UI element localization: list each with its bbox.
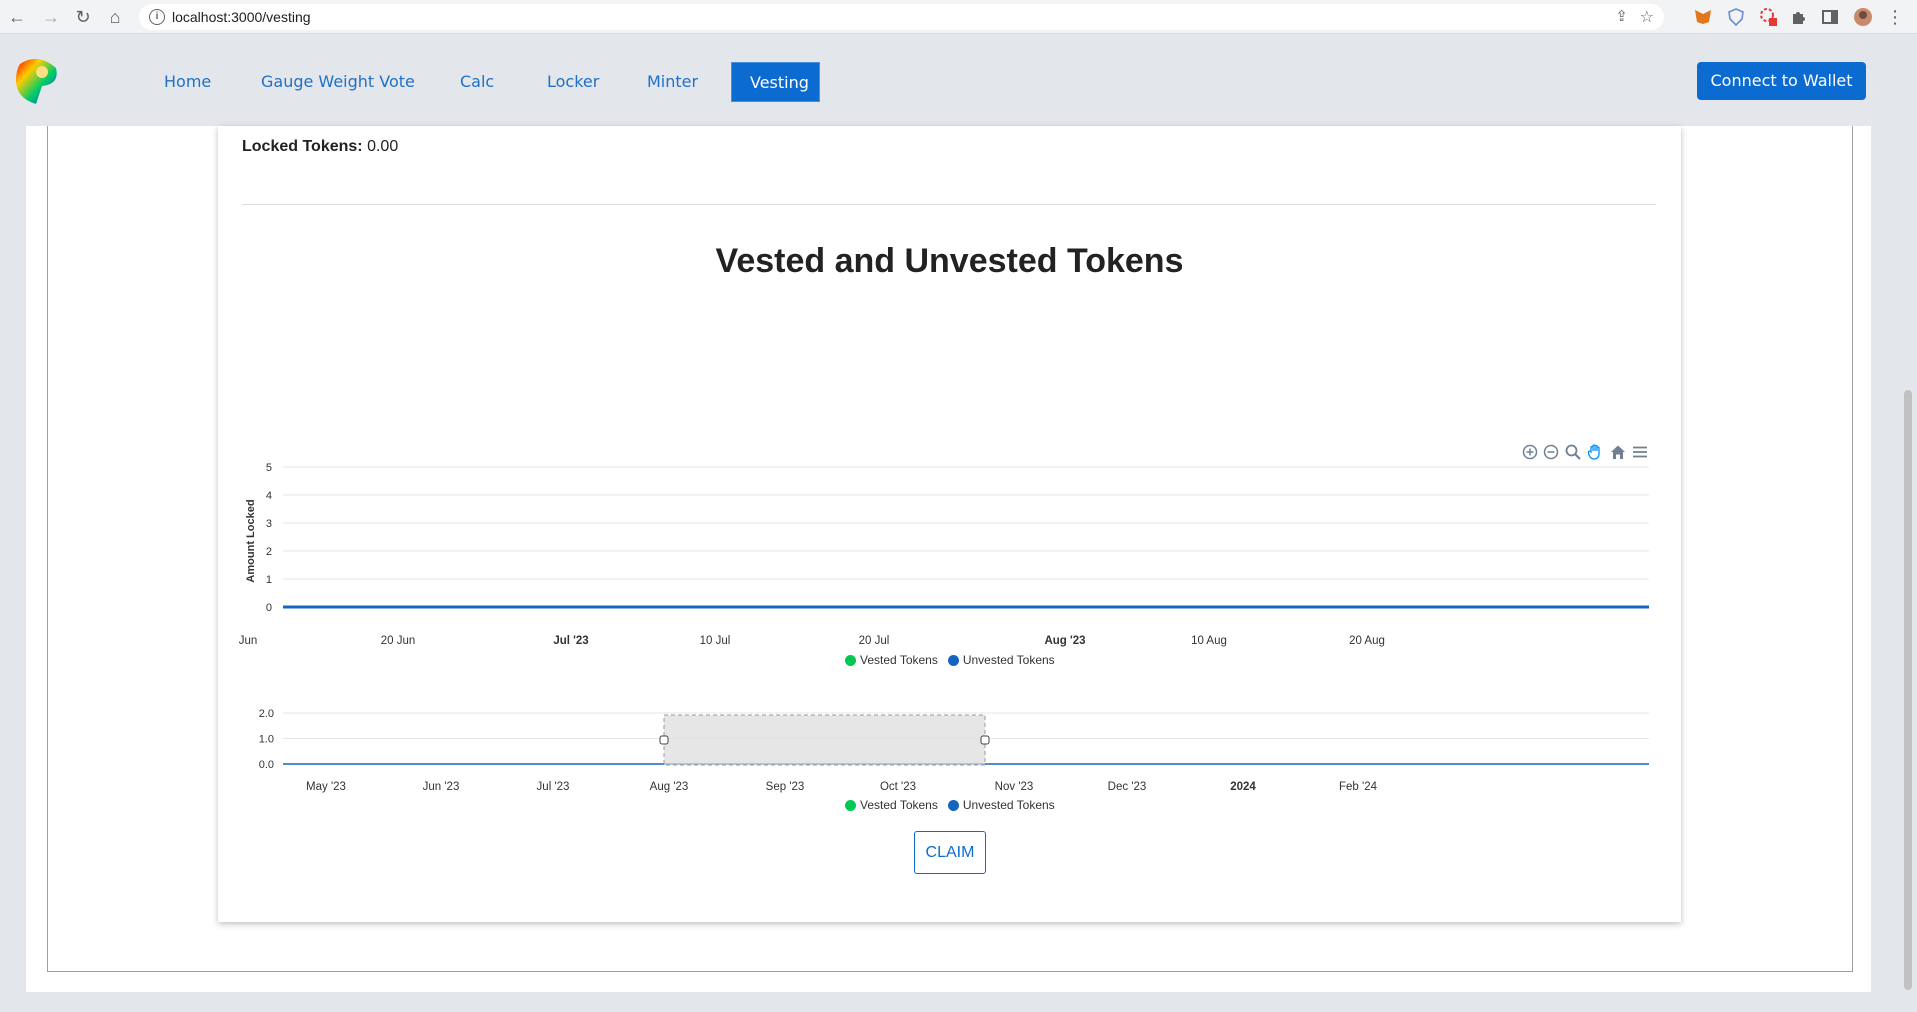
- locked-tokens: Locked Tokens: 0.00: [242, 138, 398, 156]
- nav-minter[interactable]: Minter: [629, 62, 716, 102]
- legend-vested-tokens[interactable]: Vested Tokens: [860, 798, 938, 812]
- profile-avatar-icon[interactable]: [1853, 7, 1873, 27]
- x-tick-label: Nov '23: [995, 781, 1034, 793]
- x-tick-label: Aug '23: [650, 781, 689, 793]
- nav-gauge-weight-vote[interactable]: Gauge Weight Vote: [243, 62, 433, 102]
- brush-legend: Vested Tokens Unvested Tokens: [845, 798, 1055, 812]
- y-tick-label: 4: [266, 490, 272, 502]
- legend-unvested-tokens[interactable]: Unvested Tokens: [963, 798, 1055, 812]
- y-tick-label: 2: [266, 546, 272, 558]
- claim-button[interactable]: CLAIM: [914, 831, 986, 874]
- x-tick-label: Jul '23: [537, 781, 570, 793]
- browser-menu-icon[interactable]: ⋮: [1884, 6, 1906, 28]
- nav-calc[interactable]: Calc: [442, 62, 512, 102]
- y-tick-label: 1: [266, 574, 272, 586]
- brush-handle-right[interactable]: [980, 735, 990, 745]
- x-tick-label: 20 Aug: [1349, 635, 1385, 647]
- extensions-puzzle-icon[interactable]: [1789, 7, 1809, 27]
- x-tick-label: Jun '23: [423, 781, 460, 793]
- x-tick-label: 2024: [1230, 781, 1256, 793]
- x-tick-label: 20 Jul: [859, 635, 890, 647]
- brush-chart[interactable]: 0.01.02.0 Mar '23Apr '23May '23Jun '23Ju…: [236, 700, 1666, 800]
- nav-vesting[interactable]: Vesting: [731, 62, 820, 102]
- x-tick-label: 10 Aug: [1191, 635, 1227, 647]
- y-tick-label: 0: [266, 602, 272, 614]
- y-tick-label: 3: [266, 518, 272, 530]
- x-tick-label: May '23: [306, 781, 346, 793]
- main-x-axis: Jun '2310 Jun20 JunJul '2310 Jul20 JulAu…: [236, 635, 1385, 647]
- extension-badge-icon[interactable]: [1759, 7, 1779, 27]
- legend-marker-vested: [845, 654, 856, 666]
- x-tick-label: 20 Jun: [381, 635, 416, 647]
- x-tick-label: 10 Jul: [700, 635, 731, 647]
- nav-home[interactable]: Home: [146, 62, 229, 102]
- y-tick-label: 1.0: [259, 734, 274, 746]
- legend-marker-vested: [845, 799, 856, 811]
- x-tick-label: Oct '23: [880, 781, 916, 793]
- brush-selection[interactable]: [663, 714, 986, 766]
- page-scrollbar[interactable]: [1904, 390, 1912, 990]
- forward-icon[interactable]: →: [40, 6, 62, 28]
- legend-unvested-tokens[interactable]: Unvested Tokens: [963, 653, 1055, 667]
- y-tick-label: 2.0: [259, 708, 274, 720]
- y-tick-label: 5: [266, 462, 272, 474]
- app-header: Home Gauge Weight Vote Calc Locker Minte…: [0, 34, 1917, 126]
- x-tick-label: Aug '23: [1044, 635, 1085, 647]
- x-tick-label: Dec '23: [1108, 781, 1147, 793]
- main-chart[interactable]: Amount Locked 0 1 2 3 4 5: [236, 455, 1666, 630]
- url-text[interactable]: localhost:3000/vesting: [172, 9, 311, 25]
- site-info-icon[interactable]: i: [149, 9, 165, 25]
- legend-vested-tokens[interactable]: Vested Tokens: [860, 653, 938, 667]
- legend-marker-unvested: [947, 654, 959, 666]
- browser-toolbar: ← → ↻ ⌂ i localhost:3000/vesting ⇪ ☆ ⋮: [0, 0, 1917, 34]
- share-icon[interactable]: ⇪: [1615, 7, 1628, 25]
- main-legend: Vested Tokens Unvested Tokens: [845, 653, 1055, 667]
- shield-extension-icon[interactable]: [1726, 7, 1746, 27]
- address-bar[interactable]: i localhost:3000/vesting ⇪ ☆: [139, 4, 1664, 30]
- x-tick-label: 10 Jun: [236, 635, 257, 647]
- back-icon[interactable]: ←: [6, 6, 28, 28]
- locked-tokens-value: 0.00: [367, 138, 399, 155]
- x-tick-label: Feb '24: [1339, 781, 1378, 793]
- home-icon[interactable]: ⌂: [104, 6, 126, 28]
- x-tick-label: Jul '23: [553, 635, 588, 647]
- connect-wallet-button[interactable]: Connect to Wallet: [1697, 62, 1866, 100]
- x-tick-label: Sep '23: [766, 781, 805, 793]
- chart-title: Vested and Unvested Tokens: [715, 242, 1184, 280]
- bookmark-star-icon[interactable]: ☆: [1640, 7, 1654, 27]
- y-tick-label: 0.0: [259, 759, 274, 771]
- y-axis-label: Amount Locked: [245, 499, 257, 582]
- locked-tokens-label: Locked Tokens:: [242, 138, 363, 155]
- nav-locker[interactable]: Locker: [529, 62, 617, 102]
- metamask-extension-icon[interactable]: [1693, 7, 1713, 27]
- legend-marker-unvested: [947, 799, 959, 811]
- brush-handle-left[interactable]: [659, 735, 669, 745]
- divider: [242, 204, 1656, 205]
- side-panel-icon[interactable]: [1820, 7, 1840, 27]
- reload-icon[interactable]: ↻: [72, 6, 94, 28]
- app-logo[interactable]: [12, 54, 64, 106]
